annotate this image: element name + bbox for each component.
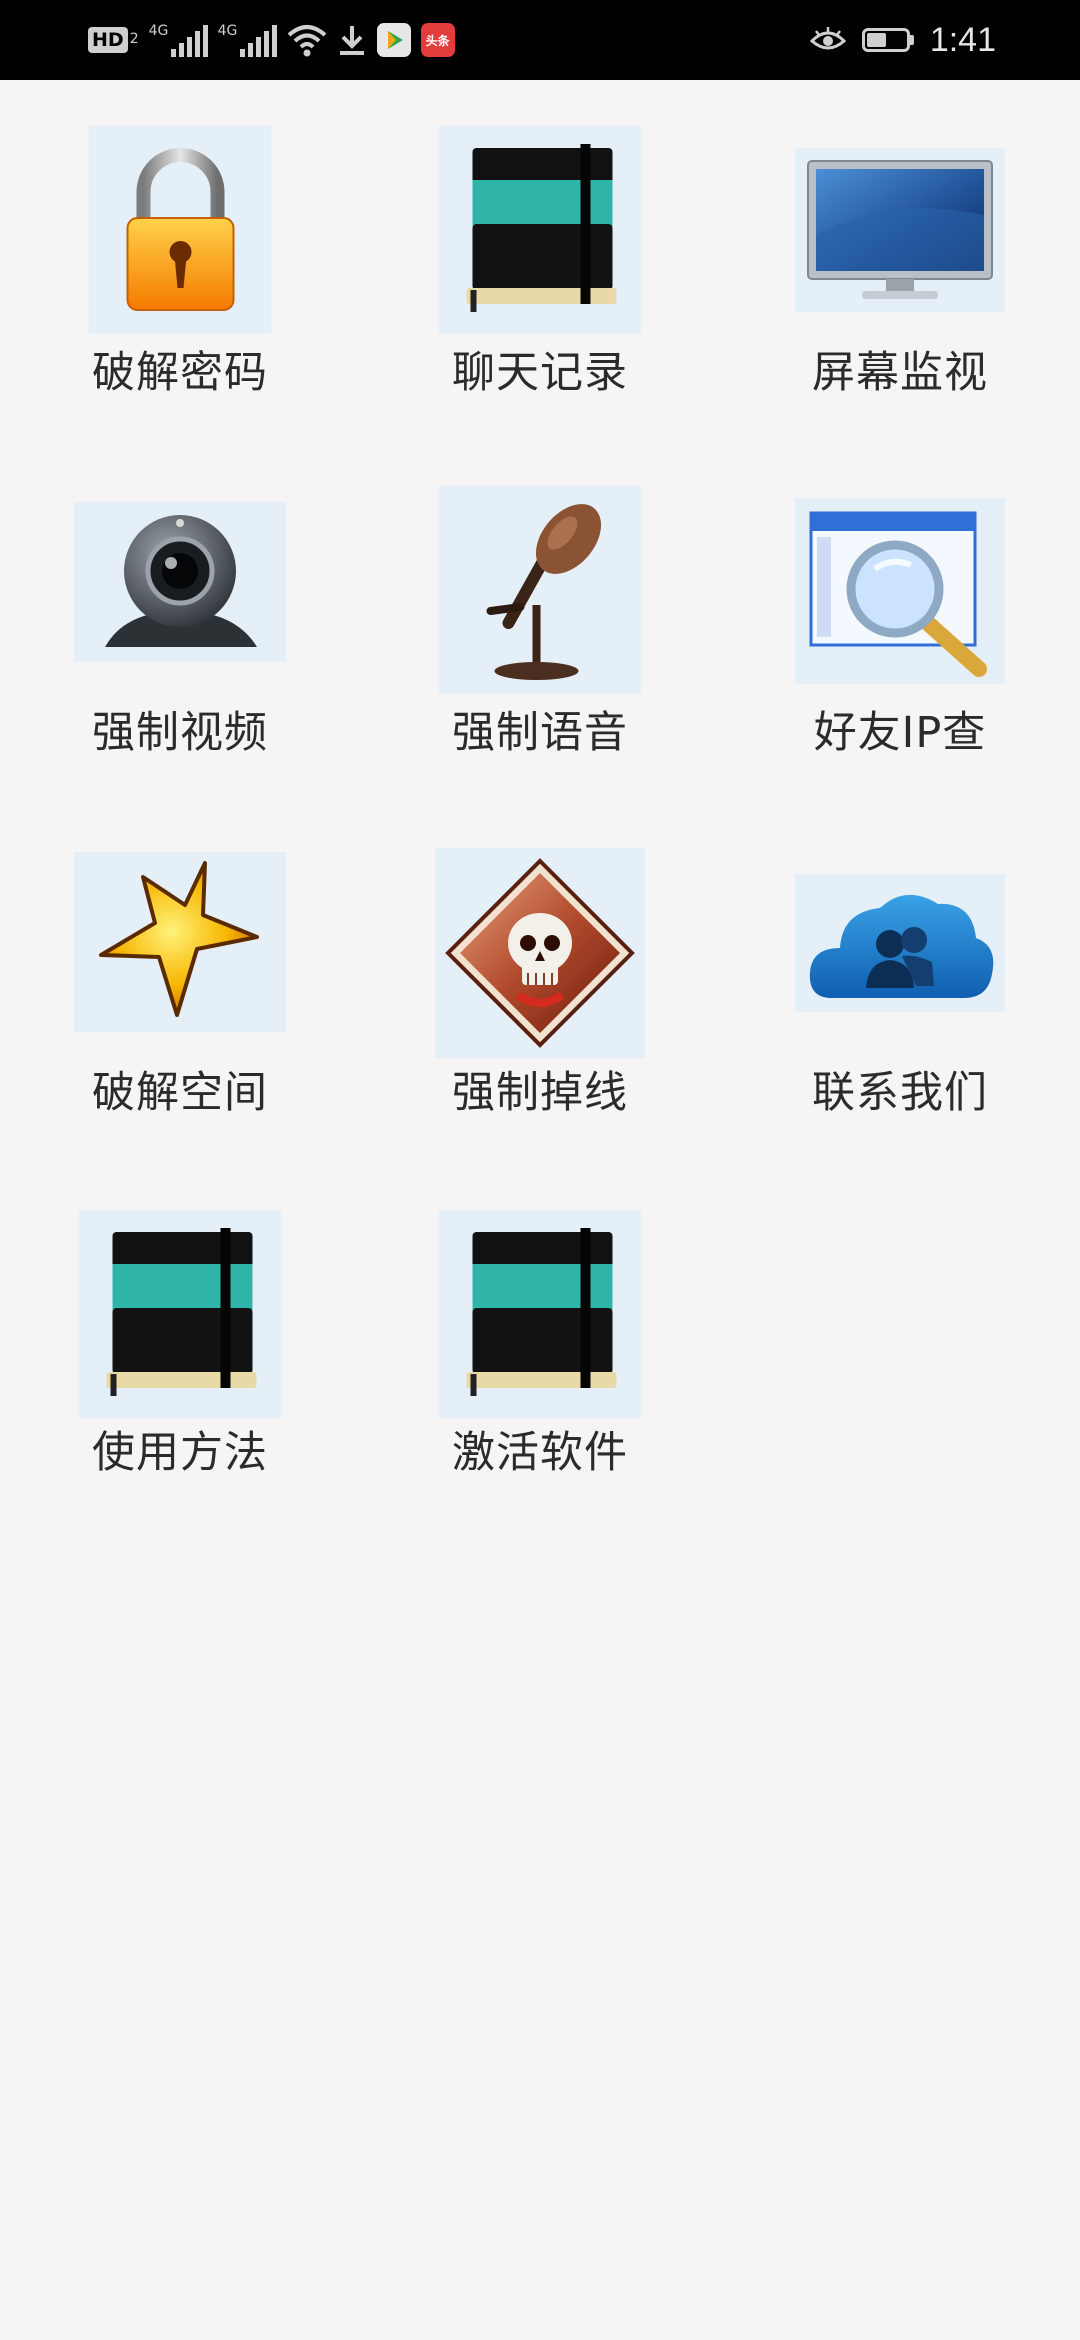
network-type-label: 4G xyxy=(217,23,238,39)
grid-item-crack-password[interactable]: 破解密码 xyxy=(0,80,360,440)
grid-item-label: 破解密码 xyxy=(92,348,268,398)
grid-item-label: 强制视频 xyxy=(92,708,268,758)
grid-item-force-video[interactable]: 强制视频 xyxy=(0,440,360,800)
notebook-icon xyxy=(78,1210,282,1418)
microphone-icon xyxy=(438,486,642,694)
status-left: HD 2 4G 4G 头条 xyxy=(88,0,455,80)
status-time: 1:41 xyxy=(929,20,996,59)
cloud-contacts-icon xyxy=(795,874,1005,1012)
grid-item-label: 强制语音 xyxy=(452,708,628,758)
download-icon xyxy=(337,23,367,57)
grid-item-screen-monitor[interactable]: 屏幕监视 xyxy=(720,80,1080,440)
magnifier-icon xyxy=(795,498,1005,684)
grid-item-chat-history[interactable]: 聊天记录 xyxy=(360,80,720,440)
grid-item-usage-guide[interactable]: 使用方法 xyxy=(0,1160,360,1520)
grid-item-force-offline[interactable]: 强制掉线 xyxy=(360,800,720,1160)
news-app-label: 头条 xyxy=(425,33,450,48)
grid-item-label: 使用方法 xyxy=(92,1428,268,1478)
lock-icon xyxy=(88,126,272,334)
grid-item-label: 激活软件 xyxy=(452,1428,628,1478)
grid-item-crack-qzone[interactable]: 破解空间 xyxy=(0,800,360,1160)
grid-item-force-voice[interactable]: 强制语音 xyxy=(360,440,720,800)
grid-item-label: 聊天记录 xyxy=(452,348,628,398)
grid-item-label: 联系我们 xyxy=(812,1068,988,1118)
grid-item-label: 强制掉线 xyxy=(452,1068,628,1118)
grid-item-label: 屏幕监视 xyxy=(812,348,988,398)
grid-item-label: 好友IP查 xyxy=(813,708,987,758)
grid-item-contact-us[interactable]: 联系我们 xyxy=(720,800,1080,1160)
battery-icon xyxy=(861,28,914,52)
hd-voice-icon: HD 2 xyxy=(88,27,139,53)
wifi-icon xyxy=(287,23,327,57)
video-app-icon xyxy=(376,23,411,57)
grid-item-label: 破解空间 xyxy=(92,1068,268,1118)
signal-4g-icon-1: 4G xyxy=(149,23,208,57)
eye-comfort-icon xyxy=(809,27,846,53)
notebook-icon xyxy=(438,126,642,334)
network-type-label: 4G xyxy=(148,23,169,39)
hd-sub-label: 2 xyxy=(129,31,139,47)
hd-label: HD xyxy=(88,27,128,53)
webcam-icon xyxy=(74,502,286,662)
star-icon xyxy=(74,852,286,1032)
grid-item-friend-ip-lookup[interactable]: 好友IP查 xyxy=(720,440,1080,800)
notebook-icon xyxy=(438,1210,642,1418)
grid-item-activate-software[interactable]: 激活软件 xyxy=(360,1160,720,1520)
status-bar: HD 2 4G 4G 头条 1:41 xyxy=(0,0,1080,80)
skull-icon xyxy=(435,848,645,1058)
signal-4g-icon-2: 4G xyxy=(218,23,277,57)
monitor-icon xyxy=(795,148,1005,312)
news-app-icon: 头条 xyxy=(420,23,455,57)
status-right: 1:41 xyxy=(809,0,996,80)
